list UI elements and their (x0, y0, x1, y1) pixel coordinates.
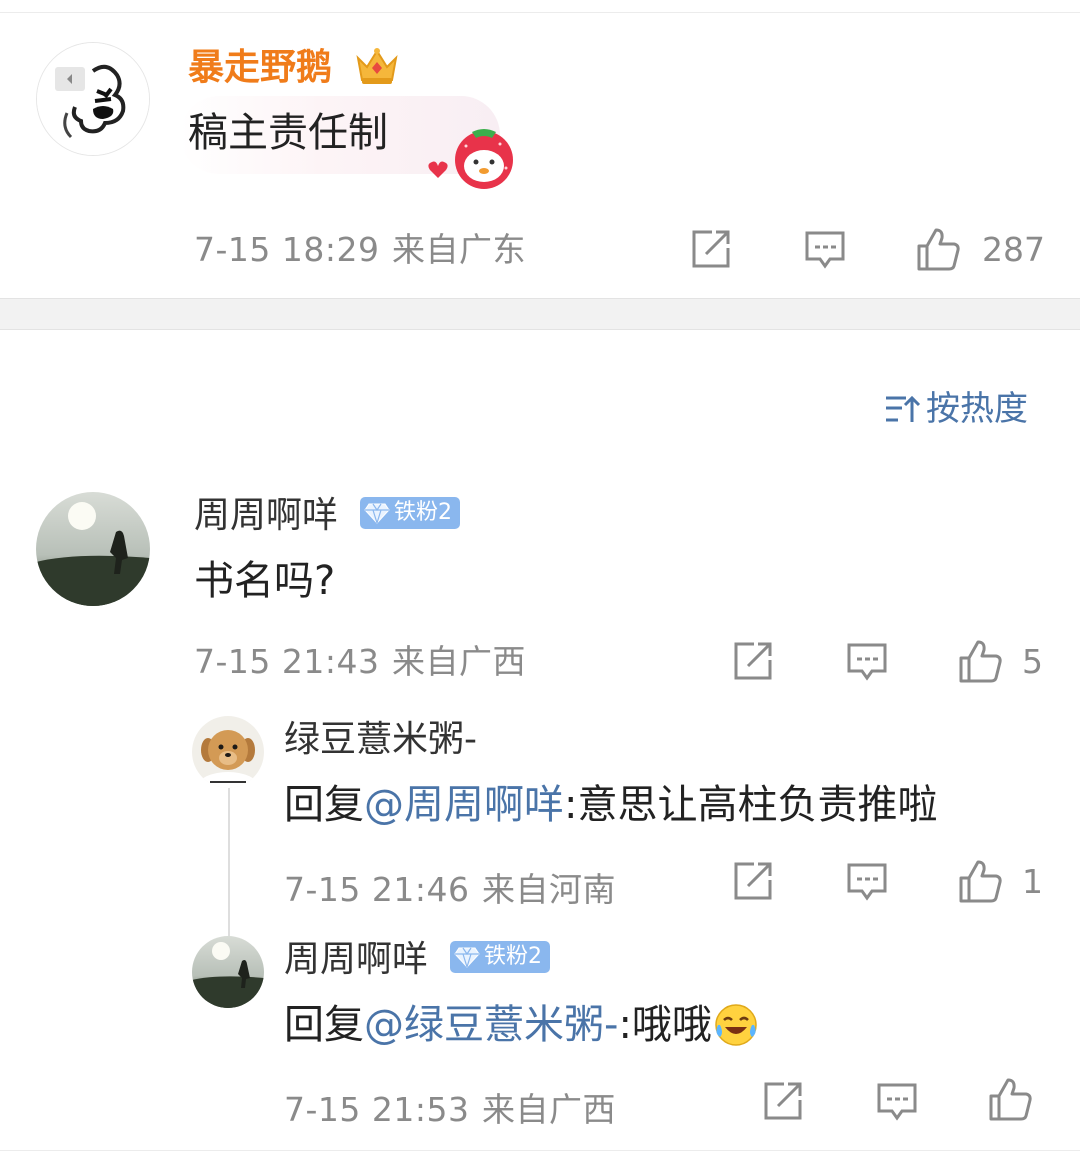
bottom-divider-line (0, 1150, 1080, 1151)
sort-icon (886, 395, 921, 422)
username-zhouzhou[interactable]: 周周啊咩 (194, 496, 338, 536)
reply-body: :哦哦 (618, 1002, 712, 1048)
fan-badge: 铁粉2 (360, 497, 460, 529)
avatar-zhouzhou[interactable] (192, 936, 264, 1008)
fan-badge-label: 铁粉2 (394, 500, 452, 525)
sort-button[interactable]: 按热度 (884, 390, 1028, 428)
comment-location: 来自广东 (392, 230, 526, 269)
sort-label: 按热度 (926, 389, 1028, 429)
username-lvdou[interactable]: 绿豆薏米粥- (284, 720, 477, 760)
avatar-baozou-yee[interactable] (36, 42, 150, 156)
comment-text: 稿主责任制 (188, 110, 388, 156)
top-divider-line (0, 12, 1080, 13)
fan-badge: 铁粉2 (450, 941, 550, 973)
comment-text: 书名吗? (194, 558, 336, 604)
mention-link[interactable]: @绿豆薏米粥- (364, 1002, 618, 1048)
thread-line (228, 770, 230, 940)
username-baozou-yee[interactable]: 暴走野鹅 (188, 48, 332, 88)
section-divider (0, 298, 1080, 330)
reply-text: 回复@周周啊咩:意思让高柱负责推啦 (284, 782, 937, 828)
comment-time: 7-15 21:43 (194, 642, 380, 681)
like-count: 1 (1022, 862, 1043, 901)
like-icon[interactable] (988, 1076, 1034, 1122)
comment-icon[interactable] (876, 1082, 918, 1122)
comment-time: 7-15 18:29 (194, 230, 380, 269)
laughing-crying-emoji (715, 1004, 757, 1046)
comment-icon[interactable] (804, 230, 846, 270)
diamond-icon (454, 947, 480, 968)
crown-icon (354, 44, 400, 92)
reply-time: 7-15 21:53 (284, 1090, 470, 1129)
reply-location: 来自广西 (482, 1090, 616, 1129)
share-icon[interactable] (732, 640, 774, 682)
strawberry-sticker-icon (424, 124, 516, 194)
like-icon[interactable] (958, 638, 1004, 684)
reply-body: :意思让高柱负责推啦 (564, 782, 938, 828)
reply-time: 7-15 21:46 (284, 870, 470, 909)
fan-badge-label: 铁粉2 (484, 944, 542, 969)
reply-prefix: 回复 (284, 1002, 364, 1048)
like-count: 5 (1022, 642, 1043, 681)
like-icon[interactable] (958, 858, 1004, 904)
reply-prefix: 回复 (284, 782, 364, 828)
reply-location: 来自河南 (482, 870, 616, 909)
mention-link[interactable]: @周周啊咩 (364, 782, 564, 828)
reply-text: 回复 @绿豆薏米粥-:哦哦 (284, 1002, 758, 1048)
comment-icon[interactable] (846, 862, 888, 902)
avatar-zhouzhou[interactable] (36, 492, 150, 606)
share-icon[interactable] (732, 860, 774, 902)
comment-icon[interactable] (846, 642, 888, 682)
share-icon[interactable] (690, 228, 732, 270)
like-count: 287 (982, 230, 1045, 269)
share-icon[interactable] (762, 1080, 804, 1122)
username-zhouzhou[interactable]: 周周啊咩 (284, 940, 428, 980)
diamond-icon (364, 503, 390, 524)
comment-location: 来自广西 (392, 642, 526, 681)
like-icon[interactable] (916, 226, 962, 272)
avatar-lvdou[interactable] (192, 716, 264, 788)
